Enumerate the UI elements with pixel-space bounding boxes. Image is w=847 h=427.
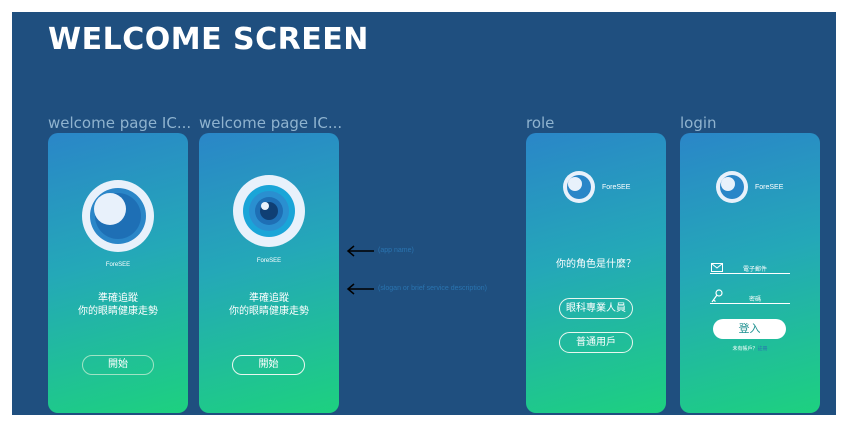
general-user-role-button[interactable]: 普通用戶: [559, 332, 633, 353]
brand-name: ForeSEE: [256, 258, 282, 264]
phone-frame-role[interactable]: ForeSEE 你的角色是什麼？ 眼科專業人員 普通用戶: [526, 133, 666, 413]
frame-label-role[interactable]: role: [526, 114, 554, 132]
tagline-line-1: 準確追蹤: [249, 293, 289, 304]
annotation-app-name: (app name): [378, 247, 414, 254]
tagline-line-1: 準確追蹤: [98, 293, 138, 304]
eye-logo-icon: [233, 175, 305, 247]
frame-label-login[interactable]: login: [680, 114, 717, 132]
login-button[interactable]: 登入: [713, 319, 786, 339]
phone-frame-welcome-1[interactable]: ForeSEE 準確追蹤 你的眼睛健康走勢 開始: [48, 133, 188, 413]
brand-name: ForeSEE: [602, 184, 631, 191]
tagline-line-2: 你的眼睛健康走勢: [78, 306, 158, 317]
arrow-left-icon: [346, 283, 374, 295]
brand-name: ForeSEE: [755, 184, 784, 191]
design-canvas: WELCOME SCREEN welcome page IC... welcom…: [12, 12, 836, 415]
phone-frame-welcome-2[interactable]: ForeSEE 準確追蹤 你的眼睛健康走勢 開始: [199, 133, 339, 413]
email-field-label: 電子郵件: [742, 267, 767, 273]
start-button[interactable]: 開始: [82, 355, 154, 375]
start-button[interactable]: 開始: [232, 355, 305, 375]
eye-logo-icon: [82, 180, 154, 252]
signup-prompt: 未有帳戶？註冊: [680, 345, 820, 352]
frame-label-welcome-1[interactable]: welcome page IC...: [48, 114, 191, 132]
annotation-slogan: (slogan or brief service description): [378, 285, 487, 292]
signup-prompt-text: 未有帳戶？: [732, 346, 758, 352]
eye-logo-icon: [563, 171, 595, 203]
password-field-label: 密碼: [748, 297, 761, 303]
eye-logo-icon: [716, 171, 748, 203]
signup-link[interactable]: 註冊: [758, 346, 768, 352]
arrow-left-icon: [346, 245, 374, 257]
frame-label-welcome-2[interactable]: welcome page IC...: [199, 114, 342, 132]
phone-frame-login[interactable]: ForeSEE 電子郵件 密碼 登入 未有帳戶？註冊: [680, 133, 820, 413]
role-question: 你的角色是什麼？: [556, 259, 636, 270]
brand-name: ForeSEE: [105, 262, 131, 268]
ophthalmologist-role-button[interactable]: 眼科專業人員: [559, 298, 633, 319]
page-title: WELCOME SCREEN: [48, 22, 369, 57]
tagline-line-2: 你的眼睛健康走勢: [229, 306, 309, 317]
